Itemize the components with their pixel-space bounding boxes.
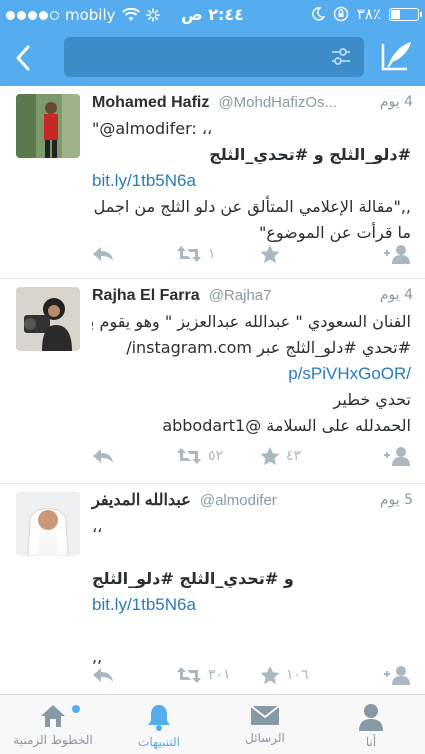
tab-notifications[interactable]: التنبيهات — [106, 695, 212, 754]
tweet-author-handle[interactable]: @almodifer — [200, 492, 277, 509]
favorite-button[interactable]: ١٠٦ — [260, 662, 309, 688]
tweet-link[interactable]: bit.ly/1tb5N6a — [92, 592, 411, 618]
notification-dot — [72, 705, 80, 713]
tweet-actions: ١ — [92, 241, 411, 267]
reply-button[interactable] — [92, 241, 114, 267]
tab-label: أنا — [365, 735, 377, 749]
tweet-author-name[interactable]: عبدالله المديفر — [92, 492, 191, 509]
back-button[interactable] — [8, 38, 38, 78]
tweet-link[interactable]: p/sPiVHxGoOR/ — [92, 361, 411, 387]
tweet-actions: ٥٢ ٤٣ — [92, 443, 411, 469]
favorite-count: ٤٣ — [286, 448, 302, 464]
tweet-author-handle[interactable]: @Rajha7 — [209, 287, 272, 304]
tab-timelines[interactable]: الخطوط الزمنية — [0, 695, 106, 754]
add-user-icon — [384, 447, 410, 466]
avatar[interactable] — [16, 94, 80, 158]
tweet-author-name[interactable]: Mohamed Hafiz — [92, 94, 209, 111]
retweet-button[interactable]: ٣٠١ — [176, 662, 231, 688]
tab-messages[interactable]: الرسائل — [212, 695, 318, 754]
nav-bar — [0, 30, 425, 86]
retweet-button[interactable]: ٥٢ — [176, 443, 223, 469]
avatar[interactable] — [16, 492, 80, 556]
retweet-icon — [177, 246, 201, 262]
tweet-line: الفنان السعودي " عبدالله عبدالعزيز " وهو… — [92, 312, 411, 331]
star-icon — [260, 244, 280, 263]
tab-label: الرسائل — [245, 731, 285, 745]
tweet-line: ،، — [92, 517, 103, 536]
star-icon — [260, 446, 280, 465]
tweet-link[interactable]: bit.ly/1tb5N6a — [92, 168, 411, 194]
tweet-line: "@almodifer: ،، — [92, 119, 213, 138]
rotation-lock-icon — [333, 6, 349, 22]
favorite-count: ١٠٦ — [286, 667, 309, 683]
favorite-button[interactable]: ٤٣ — [260, 443, 301, 469]
add-user-icon — [384, 666, 410, 685]
avatar[interactable] — [16, 287, 80, 351]
bell-icon — [148, 705, 170, 731]
tweet-line — [92, 540, 411, 566]
star-icon — [260, 665, 280, 684]
status-bar: mobily ٢:٤٤ ص ٣٨٪ — [0, 0, 425, 30]
retweet-count: ١ — [208, 246, 216, 262]
tweet-line: الحمدلله على السلامة @abbodart1 — [162, 416, 411, 435]
timeline[interactable]: Mohamed Hafiz @MohdHafizOs... 4 يوم "@al… — [0, 86, 425, 694]
tweet-text: ،، و #تحدي_الثلج #دلو_الثلج bit.ly/1tb5N… — [92, 514, 411, 670]
tweet-item[interactable]: Rajha El Farra @Rajha7 4 يوم الفنان السع… — [0, 279, 425, 484]
compose-button[interactable] — [379, 38, 415, 74]
tweet-item[interactable]: عبدالله المديفر @almodifer 5 يوم ،، و #ت… — [0, 484, 425, 694]
battery-icon — [389, 7, 422, 21]
reply-icon — [93, 247, 113, 261]
tweet-line: ,,"مقالة الإعلامي المتألق عن دلو الثلج م… — [93, 197, 411, 216]
envelope-icon — [250, 705, 280, 725]
tweet-text: "@almodifer: ،، #دلو_الثلج و #تحدي_الثلج… — [92, 116, 411, 246]
tweet-timestamp: 5 يوم — [379, 492, 413, 508]
tweet-text: الفنان السعودي " عبدالله عبدالعزيز " وهو… — [92, 309, 411, 439]
filter-icon[interactable] — [330, 47, 352, 67]
follow-button[interactable] — [381, 443, 411, 469]
retweet-count: ٣٠١ — [208, 667, 231, 683]
retweet-icon — [177, 667, 201, 683]
tweet-line: تحدي خطير — [333, 390, 411, 409]
person-icon — [359, 704, 383, 731]
compose-quill-icon — [381, 42, 411, 71]
tweet-author-name[interactable]: Rajha El Farra — [92, 287, 200, 304]
reply-icon — [93, 668, 113, 682]
chevron-left-icon — [16, 45, 30, 71]
tweet-line — [92, 618, 411, 644]
tweet-timestamp: 4 يوم — [379, 94, 413, 110]
reply-button[interactable] — [92, 662, 114, 688]
tweet-hashtags[interactable]: #دلو_الثلج و #تحدي_الثلج — [92, 142, 411, 168]
moon-icon — [312, 7, 325, 21]
tweet-hashtags[interactable]: و #تحدي_الثلج #دلو_الثلج — [92, 566, 411, 592]
battery-percent: ٣٨٪ — [356, 5, 381, 23]
tweet-timestamp: 4 يوم — [379, 287, 413, 303]
tweet-line: #تحدي #دلو_الثلج عبر instagram.com/ — [126, 338, 411, 357]
retweet-icon — [177, 448, 201, 464]
follow-button[interactable] — [381, 662, 411, 688]
reply-button[interactable] — [92, 443, 114, 469]
tweet-item[interactable]: Mohamed Hafiz @MohdHafizOs... 4 يوم "@al… — [0, 86, 425, 279]
tab-label: الخطوط الزمنية — [13, 733, 93, 747]
top-bar: mobily ٢:٤٤ ص ٣٨٪ — [0, 0, 425, 86]
add-user-icon — [384, 245, 410, 264]
search-input[interactable] — [64, 37, 364, 77]
tab-me[interactable]: أنا — [318, 695, 424, 754]
follow-button[interactable] — [381, 241, 411, 267]
tweet-author-handle[interactable]: @MohdHafizOs... — [218, 94, 337, 111]
reply-icon — [93, 449, 113, 463]
retweet-count: ٥٢ — [208, 448, 224, 464]
tab-bar: الخطوط الزمنية التنبيهات الرسائل أنا — [0, 694, 425, 754]
favorite-button[interactable] — [260, 241, 286, 267]
tab-label: التنبيهات — [138, 735, 180, 749]
home-icon — [41, 705, 65, 727]
retweet-button[interactable]: ١ — [176, 241, 216, 267]
tweet-actions: ٣٠١ ١٠٦ — [92, 662, 411, 688]
